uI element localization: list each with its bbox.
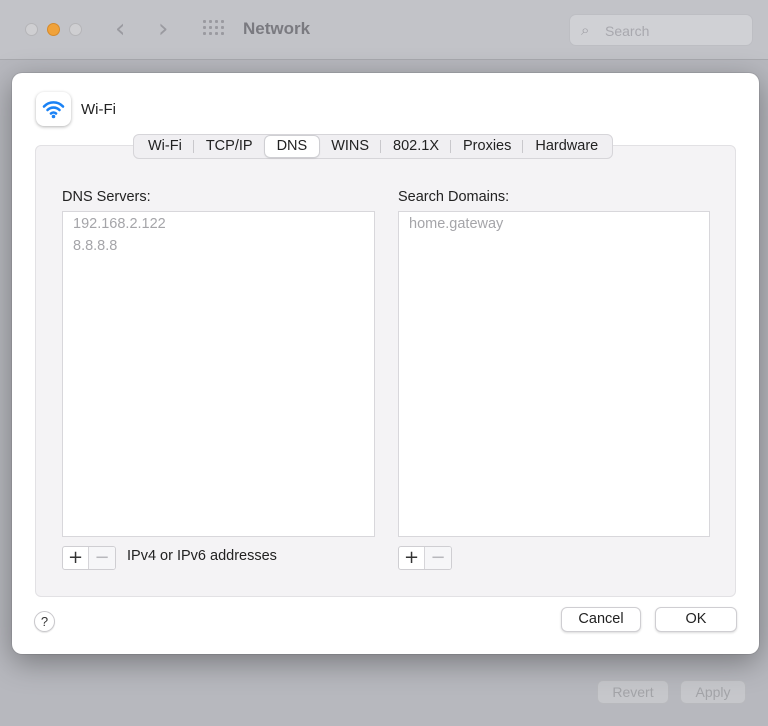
search-domains-label: Search Domains: [398,189,510,205]
help-button[interactable]: ? [34,611,55,632]
search-domains-add-remove: + − [398,546,452,570]
cancel-button[interactable]: Cancel [561,607,641,632]
titlebar: ‹ › Network ⌕ Search [0,0,768,60]
tab-bar: Wi-Fi TCP/IP DNS WINS 802.1X Proxies Har… [133,134,614,159]
dns-add-remove: + − [62,546,116,570]
tab-tcpip[interactable]: TCP/IP [194,136,265,157]
dns-panel: DNS Servers: 192.168.2.122 8.8.8.8 + − I… [35,145,736,597]
tab-proxies[interactable]: Proxies [451,136,524,157]
tab-wins[interactable]: WINS [319,136,381,157]
apply-button[interactable]: Apply [680,680,746,704]
zoom-window-button[interactable] [69,23,82,36]
wifi-icon [36,92,71,126]
dns-hint: IPv4 or IPv6 addresses [127,548,277,564]
add-dns-button[interactable]: + [63,547,89,569]
window-title: Network [243,19,311,38]
close-window-button[interactable] [25,23,38,36]
remove-search-domain-button[interactable]: − [425,547,451,569]
add-search-domain-button[interactable]: + [399,547,425,569]
list-item[interactable]: home.gateway [399,213,709,235]
minimize-window-button[interactable] [47,23,60,36]
dns-settings-sheet: Wi-Fi DNS Servers: 192.168.2.122 8.8.8.8… [12,73,759,654]
search-placeholder: Search [605,23,650,39]
chevron-left-icon[interactable]: ‹ [115,14,125,44]
search-domains-list[interactable]: home.gateway [398,211,710,537]
dns-servers-list[interactable]: 192.168.2.122 8.8.8.8 [62,211,375,537]
remove-dns-button[interactable]: − [89,547,115,569]
dns-servers-label: DNS Servers: [62,189,151,205]
grid-icon[interactable] [203,20,224,37]
magnifier-icon: ⌕ [581,21,590,39]
tab-dns[interactable]: DNS [264,136,320,157]
ok-button[interactable]: OK [655,607,737,632]
chevron-right-icon[interactable]: › [158,14,168,44]
search-field[interactable]: ⌕ Search [569,14,753,46]
tab-wifi[interactable]: Wi-Fi [136,136,194,157]
list-item[interactable]: 8.8.8.8 [63,235,374,257]
tab-8021x[interactable]: 802.1X [381,136,451,157]
tab-hardware[interactable]: Hardware [523,136,610,157]
list-item[interactable]: 192.168.2.122 [63,213,374,235]
revert-button[interactable]: Revert [597,680,669,704]
sheet-title: Wi-Fi [81,101,116,118]
